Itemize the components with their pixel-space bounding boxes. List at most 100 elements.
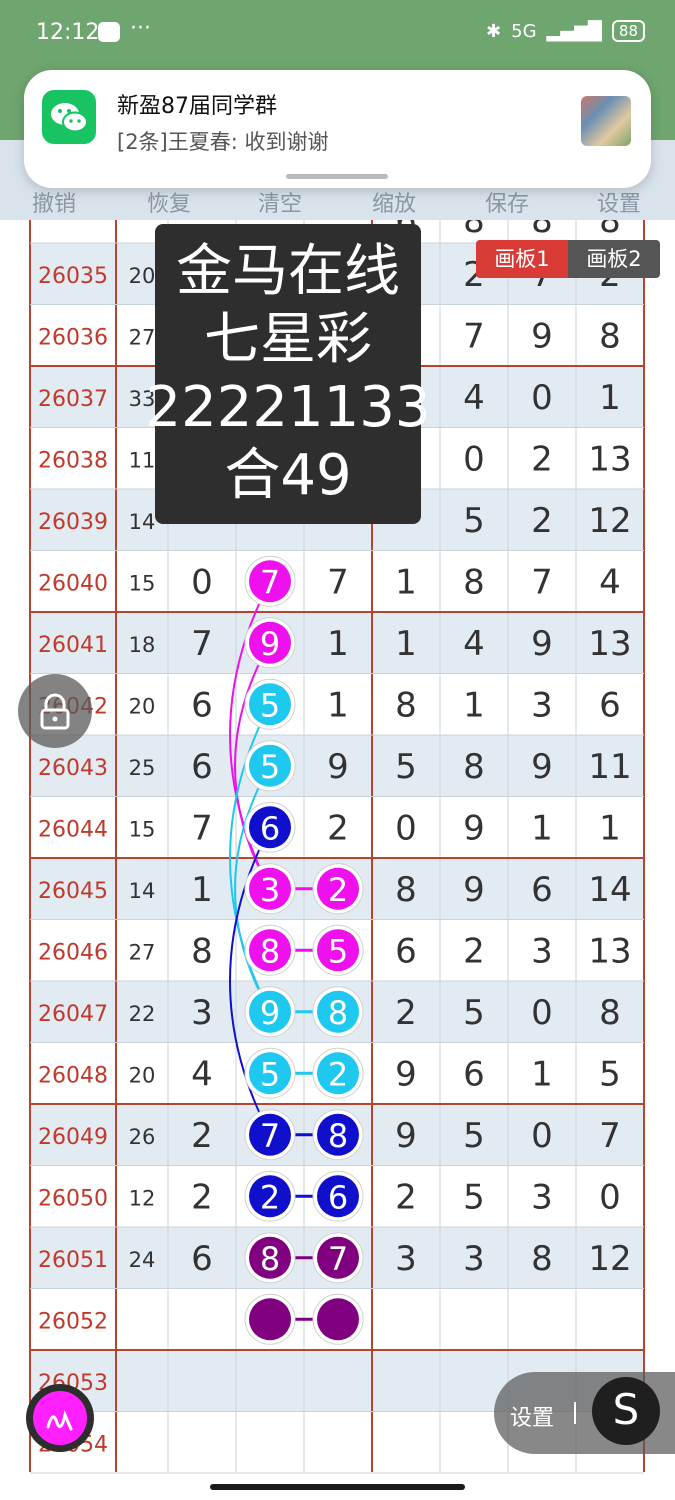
draw-digit: 1 <box>191 870 213 910</box>
draw-digit: 0 <box>531 1116 553 1156</box>
group-avatar <box>581 96 631 146</box>
ball-number: 9 <box>260 994 280 1032</box>
draw-digit: 4 <box>599 562 621 602</box>
draw-id: 26041 <box>38 633 108 658</box>
draw-digit: 6 <box>599 685 621 725</box>
draw-id: 26045 <box>38 879 108 904</box>
signature-icon <box>46 1410 73 1431</box>
draw-digit: 6 <box>191 747 213 787</box>
save-button[interactable]: 保存 <box>485 186 529 218</box>
draw-id: 26036 <box>38 325 108 350</box>
clock: 12:12 <box>36 20 100 45</box>
draw-sum: 15 <box>129 571 156 595</box>
home-indicator[interactable] <box>210 1484 465 1490</box>
draw-sum: 27 <box>129 940 156 964</box>
draw-digit: 0 <box>395 808 417 848</box>
ball-number: 8 <box>328 1117 348 1155</box>
draw-digit: 7 <box>463 316 485 356</box>
ball-number: 2 <box>328 871 348 909</box>
draw-digit: 1 <box>463 685 485 725</box>
float-settings-label[interactable]: 设置 <box>510 1400 554 1432</box>
draw-id: 26048 <box>38 1063 108 1088</box>
draw-digit: 5 <box>463 501 485 541</box>
draw-digit: 9 <box>395 1116 417 1156</box>
draw-digit: 0 <box>599 1177 621 1217</box>
tab-board-2[interactable]: 画板2 <box>568 240 660 278</box>
draw-digit: 5 <box>463 1116 485 1156</box>
draw-digit: 9 <box>531 747 553 787</box>
float-s-button[interactable]: S <box>592 1377 660 1445</box>
redo-button[interactable]: 恢复 <box>147 186 191 218</box>
overlay-line-3: 22221133 <box>145 375 431 440</box>
battery-icon: 88 <box>611 20 645 42</box>
ball <box>317 1298 359 1341</box>
wechat-notification[interactable]: 新盈87届同学群 [2条]王夏春: 收到谢谢 <box>24 70 651 188</box>
draw-digit: 9 <box>395 1054 417 1094</box>
notification-handle[interactable] <box>286 174 388 179</box>
draw-sum: 20 <box>129 694 156 718</box>
draw-digit: 1 <box>395 562 417 602</box>
notification-message: [2条]王夏春: 收到谢谢 <box>117 130 329 154</box>
draw-digit: 2 <box>191 1116 213 1156</box>
draw-digit: 13 <box>588 624 631 664</box>
draw-digit: 5 <box>463 1177 485 1217</box>
draw-digit: 6 <box>191 685 213 725</box>
draw-digit: 1 <box>599 808 621 848</box>
draw-digit: 8 <box>395 685 417 725</box>
ball-number: 5 <box>328 932 348 970</box>
draw-id: 26051 <box>38 1248 108 1273</box>
floating-settings-bar: 设置 S <box>494 1372 675 1454</box>
draw-sum: 11 <box>129 448 156 472</box>
draw-digit: 8 <box>191 931 213 971</box>
pen-tool-button[interactable] <box>26 1384 94 1452</box>
lock-button[interactable] <box>18 674 92 748</box>
bluetooth-icon: ✱ <box>486 20 502 42</box>
undo-button[interactable]: 撤销 <box>32 186 76 218</box>
pen-color-swatch <box>33 1391 87 1445</box>
draw-digit: 0 <box>531 378 553 418</box>
draw-digit: 8 <box>463 747 485 787</box>
draw-id: 26038 <box>38 448 108 473</box>
signal-bars-icon: ▂▄▆█ <box>546 20 602 42</box>
draw-id: 26050 <box>38 1186 108 1211</box>
ball-number: 7 <box>328 1240 348 1278</box>
draw-digit: 6 <box>395 931 417 971</box>
overlay-line-2: 七星彩 <box>204 307 372 372</box>
draw-id: 26043 <box>38 756 108 781</box>
ball-number: 8 <box>328 994 348 1032</box>
draw-id: 26046 <box>38 940 108 965</box>
draw-sum: 18 <box>129 633 156 657</box>
draw-digit: 8 <box>599 993 621 1033</box>
draw-digit: 9 <box>327 747 349 787</box>
draw-digit: 7 <box>191 808 213 848</box>
draw-sum: 12 <box>129 1186 156 1210</box>
draw-digit: 6 <box>191 1239 213 1279</box>
draw-digit: 1 <box>327 624 349 664</box>
draw-digit: 4 <box>463 378 485 418</box>
tab-board-1[interactable]: 画板1 <box>476 240 568 278</box>
draw-digit: 3 <box>395 1239 417 1279</box>
ball-number: 5 <box>260 1055 280 1093</box>
more-notifications-icon: ··· <box>130 16 151 41</box>
draw-digit: 11 <box>588 747 631 787</box>
draw-digit: 1 <box>599 378 621 418</box>
draw-digit: 3 <box>463 1239 485 1279</box>
settings-button[interactable]: 设置 <box>597 186 641 218</box>
ball-number: 2 <box>328 1055 348 1093</box>
ball-number: 8 <box>260 932 280 970</box>
draw-digit: 2 <box>531 439 553 479</box>
ball-number: 3 <box>260 871 280 909</box>
ball-number: 6 <box>328 1178 348 1216</box>
zoom-button[interactable]: 缩放 <box>372 186 416 218</box>
draw-sum: 20 <box>129 1063 156 1087</box>
draw-digit: 8 <box>463 562 485 602</box>
draw-digit: 6 <box>463 1054 485 1094</box>
clear-button[interactable]: 清空 <box>258 186 302 218</box>
draw-sum: 27 <box>129 325 156 349</box>
draw-digit: 9 <box>531 316 553 356</box>
draw-id: 26037 <box>38 387 108 412</box>
ball-number: 7 <box>260 1117 280 1155</box>
overlay-line-1: 金马在线 <box>176 239 400 304</box>
wechat-status-icon <box>98 22 120 42</box>
draw-digit: 2 <box>327 808 349 848</box>
